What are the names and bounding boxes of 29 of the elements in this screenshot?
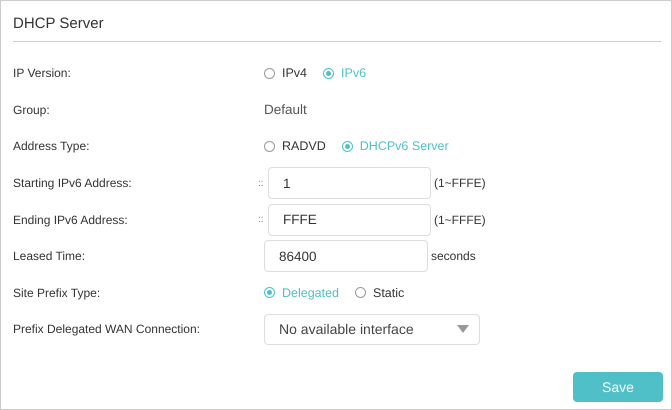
prefix-text: :: [258, 214, 265, 226]
input-field[interactable]: 1 [268, 167, 431, 200]
field-label: Group: [13, 102, 51, 117]
radio-icon [264, 140, 275, 152]
radio-icon [342, 140, 353, 152]
field-label: Prefix Delegated WAN Connection: [13, 322, 201, 336]
radio-option[interactable]: Static [355, 286, 404, 300]
field-label: Address Type: [13, 139, 90, 154]
input-field[interactable]: 86400 [264, 240, 428, 272]
field-value: Default [264, 102, 307, 118]
field-label: Ending IPv6 Address: [13, 212, 129, 227]
field-label: Starting IPv6 Address: [13, 176, 133, 190]
input-field[interactable]: FFFE [268, 204, 431, 236]
unit-text: (1~FFFE) [434, 176, 486, 190]
unit-text: (1~FFFE) [434, 212, 486, 227]
caret-icon [457, 325, 469, 334]
radio-icon [264, 68, 275, 79]
radio-icon [355, 287, 366, 298]
radio-option[interactable]: RADVD [264, 139, 326, 154]
prefix-text: :: [258, 178, 265, 189]
section-title: DHCP Server [13, 13, 661, 42]
field-label: Leased Time: [13, 249, 86, 264]
radio-icon [264, 287, 275, 298]
radio-option[interactable]: IPv4 [264, 66, 308, 80]
unit-text: seconds [431, 249, 476, 264]
dropdown-field[interactable]: No available interface [264, 314, 480, 345]
field-label: Site Prefix Type: [13, 286, 102, 300]
radio-icon [323, 68, 334, 79]
field-label: IP Version: [13, 66, 72, 80]
